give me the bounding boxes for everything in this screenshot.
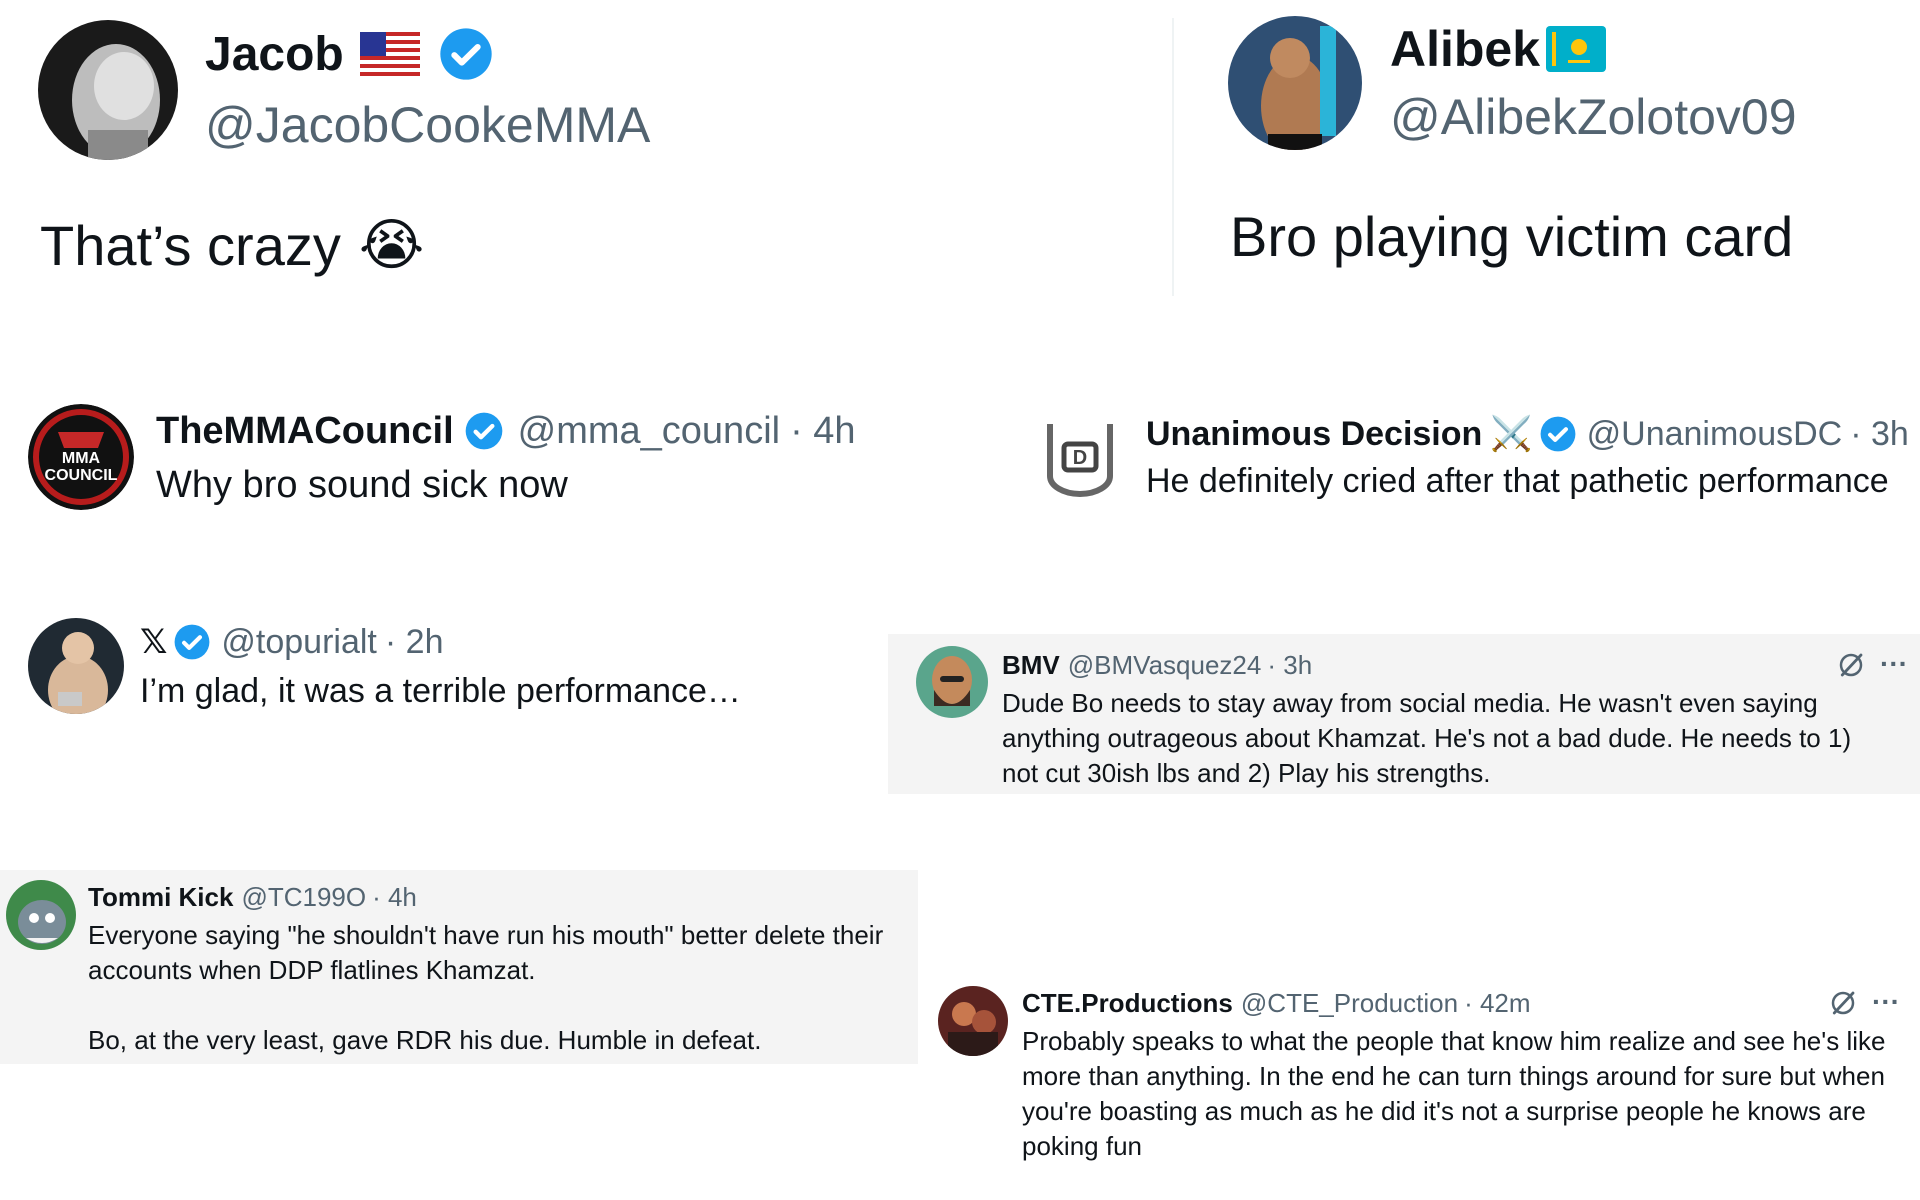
handle[interactable]: @mma_council	[518, 410, 780, 453]
tweet-text-jacob: That’s crazy 😭	[40, 212, 424, 278]
display-name[interactable]: 𝕏	[140, 622, 167, 662]
us-flag-icon	[359, 32, 420, 76]
verified-badge-icon	[438, 26, 494, 82]
more-options-icon[interactable]: ···	[1872, 986, 1900, 1018]
handle[interactable]: @CTE_Production	[1241, 988, 1458, 1019]
timestamp[interactable]: · 2h	[385, 623, 444, 662]
display-name[interactable]: Jacob	[205, 27, 344, 82]
verified-badge-icon	[1539, 415, 1577, 453]
timestamp[interactable]: · 3h	[1267, 650, 1312, 681]
crying-face-icon: 😭	[358, 213, 425, 276]
crossed-swords-icon: ⚔️	[1490, 415, 1533, 453]
tweet-header-topurialt: 𝕏 @topurialt · 2h	[140, 618, 443, 666]
tweet-header-bmv: BMV @BMVasquez24 · 3h	[1002, 648, 1312, 682]
more-options-icon[interactable]: ···	[1880, 648, 1908, 680]
avatar-tommi-kick[interactable]	[6, 880, 76, 950]
display-name[interactable]: BMV	[1002, 650, 1060, 681]
tweet-header-mma-council: TheMMACouncil @mma_council · 4h	[156, 406, 856, 456]
verified-badge-icon	[173, 623, 211, 661]
tweet-text: Everyone saying "he shouldn't have run h…	[88, 920, 884, 1055]
timestamp[interactable]: · 4h	[372, 882, 417, 913]
handle[interactable]: @BMVasquez24	[1068, 650, 1262, 681]
mma-council-logo-text: MMA COUNCIL	[44, 450, 118, 484]
handle[interactable]: @JacobCookeMMA	[205, 96, 650, 154]
tweet-text: I’m glad, it was a terrible performance…	[140, 672, 741, 710]
timestamp[interactable]: · 4h	[790, 410, 855, 453]
column-divider	[1172, 18, 1174, 296]
display-name[interactable]: Unanimous Decision	[1146, 415, 1482, 454]
avatar-jacob[interactable]	[38, 20, 178, 160]
display-name[interactable]: Tommi Kick	[88, 882, 233, 913]
display-name[interactable]: Alibek	[1390, 20, 1540, 78]
handle[interactable]: @UnanimousDC	[1587, 415, 1843, 454]
timestamp[interactable]: · 42m	[1464, 988, 1530, 1019]
grok-icon[interactable]	[1836, 650, 1866, 680]
tweet-text: Dude Bo needs to stay away from social m…	[1002, 688, 1852, 788]
tweet-text: Probably speaks to what the people that …	[1022, 1026, 1886, 1161]
tweet-header-alibek: Alibek	[1390, 18, 1607, 80]
tweet-text: Bro playing victim card	[1230, 205, 1794, 268]
verified-badge-icon	[464, 411, 504, 451]
tweet-header-jacob: Jacob	[205, 22, 494, 86]
kazakhstan-flag-icon	[1546, 26, 1607, 72]
avatar-cte-productions[interactable]	[938, 986, 1008, 1056]
tweet-header-tommi-kick: Tommi Kick @TC199O · 4h	[88, 880, 417, 914]
tweet-header-cte-productions: CTE.Productions @CTE_Production · 42m	[1022, 986, 1531, 1020]
tweet-text: He definitely cried after that pathetic …	[1146, 462, 1889, 500]
tweet-text: Why bro sound sick now	[156, 464, 568, 506]
svg-text:D: D	[1073, 447, 1087, 469]
avatar-alibek[interactable]	[1228, 16, 1362, 150]
avatar-unanimous-decision[interactable]: D	[1040, 414, 1120, 498]
handle[interactable]: @topurialt	[221, 623, 376, 662]
tweet-text: That’s crazy	[40, 213, 341, 277]
tweet-header-unanimous-decision: Unanimous Decision ⚔️ @UnanimousDC · 3h	[1146, 410, 1909, 458]
avatar-topurialt[interactable]	[28, 618, 124, 714]
avatar-bmv[interactable]	[916, 646, 988, 718]
handle[interactable]: @TC199O	[241, 882, 366, 913]
timestamp[interactable]: · 3h	[1850, 415, 1909, 454]
display-name[interactable]: TheMMACouncil	[156, 410, 454, 453]
handle[interactable]: @AlibekZolotov09	[1390, 88, 1797, 146]
display-name[interactable]: CTE.Productions	[1022, 988, 1233, 1019]
grok-icon[interactable]	[1828, 988, 1858, 1018]
avatar-mma-council[interactable]: MMA COUNCIL	[28, 404, 134, 510]
